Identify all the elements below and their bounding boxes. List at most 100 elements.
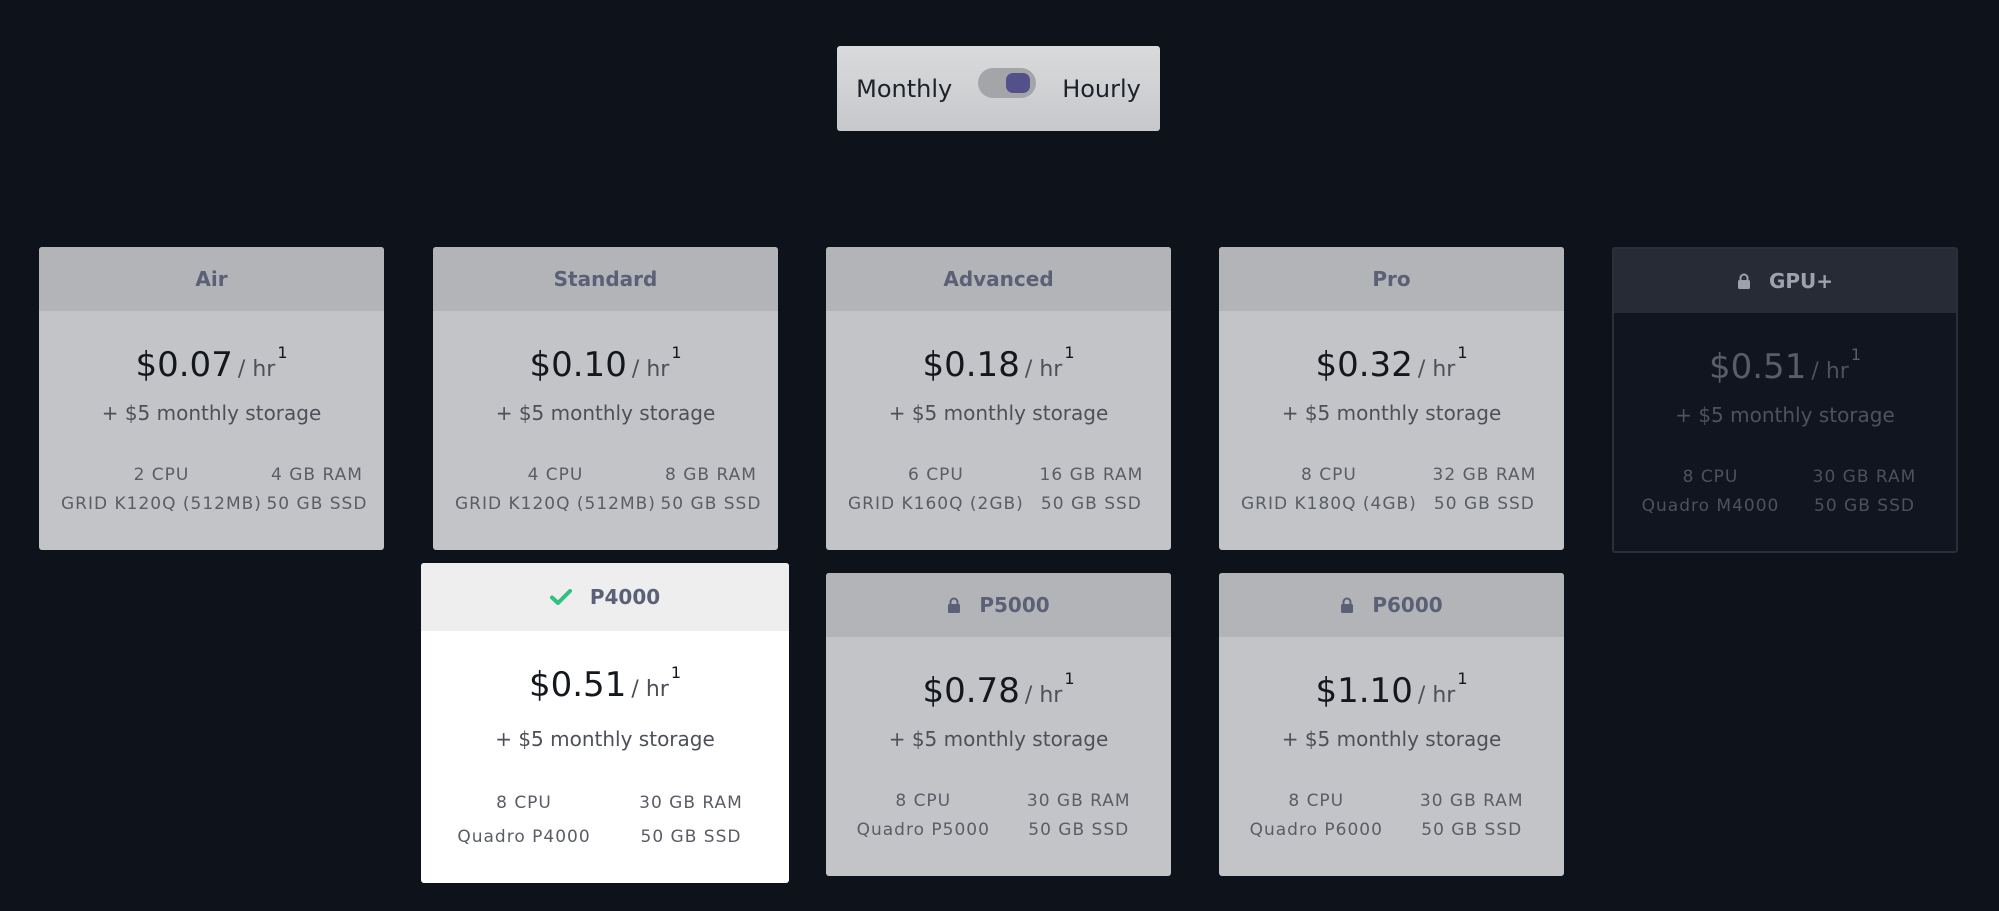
footnote-marker: 1 [1064, 669, 1075, 688]
spec-gpu: GRID K120Q (512MB) [455, 494, 656, 514]
plan-header: P6000 [1219, 573, 1564, 637]
price-unit: / hr [1417, 357, 1456, 382]
plan-name: P6000 [1372, 593, 1443, 617]
spec-disk: 50 GB SSD [1028, 820, 1130, 840]
plan-card-air[interactable]: Air $0.07 / hr1 + $5 monthly storage 2 C… [39, 247, 384, 550]
spec-gpu: Quadro P6000 [1249, 820, 1383, 840]
footnote-marker: 1 [1457, 343, 1468, 362]
plan-card-gpu-plus[interactable]: GPU+ $0.51 / hr1 + $5 monthly storage 8 … [1612, 247, 1958, 553]
billing-switch[interactable] [978, 67, 1037, 98]
plan-specs: 8 CPU 30 GB RAM Quadro M4000 50 GB SSD [1614, 467, 1956, 516]
spec-ram: 30 GB RAM [1812, 467, 1917, 487]
plan-specs: 6 CPU 16 GB RAM GRID K160Q (2GB) 50 GB S… [826, 465, 1171, 514]
plan-specs: 8 CPU 30 GB RAM Quadro P4000 50 GB SSD [421, 793, 789, 847]
plan-price: $0.51 [1708, 347, 1807, 387]
plan-name: GPU+ [1768, 269, 1834, 293]
spec-disk: 50 GB SSD [1040, 494, 1142, 514]
price-unit: / hr [1417, 683, 1456, 708]
price-row: $0.18 / hr1 [826, 343, 1171, 385]
switch-knob[interactable] [1006, 72, 1031, 93]
spec-disk: 50 GB SSD [266, 494, 368, 514]
storage-note: + $5 monthly storage [1675, 403, 1895, 427]
spec-disk: 50 GB SSD [1814, 496, 1915, 516]
spec-cpu: 6 CPU [908, 465, 964, 485]
spec-ram: 4 GB RAM [271, 465, 363, 485]
spec-disk: 50 GB SSD [660, 494, 762, 514]
spec-disk: 50 GB SSD [1433, 494, 1535, 514]
storage-note: + $5 monthly storage [1281, 401, 1502, 425]
plan-card-pro[interactable]: Pro $0.32 / hr1 + $5 monthly storage 8 C… [1219, 247, 1564, 550]
spec-gpu: GRID K160Q (2GB) [848, 494, 1024, 514]
price-unit: / hr [237, 357, 276, 382]
plan-header: Pro [1219, 247, 1564, 311]
billing-toggle: Monthly Hourly [837, 46, 1160, 131]
plan-specs: 8 CPU 30 GB RAM Quadro P6000 50 GB SSD [1219, 791, 1564, 840]
spec-gpu: Quadro M4000 [1641, 496, 1780, 516]
plan-specs: 4 CPU 8 GB RAM GRID K120Q (512MB) 50 GB … [433, 465, 778, 514]
plan-header: P5000 [826, 573, 1171, 637]
spec-cpu: 2 CPU [133, 465, 190, 485]
spec-cpu: 8 CPU [1288, 791, 1345, 811]
toggle-monthly-label[interactable]: Monthly [856, 75, 952, 103]
spec-cpu: 8 CPU [1682, 467, 1739, 487]
plan-specs: 8 CPU 30 GB RAM Quadro P5000 50 GB SSD [826, 791, 1171, 840]
plan-price: $0.10 [529, 345, 627, 385]
price-unit: / hr [1024, 357, 1063, 382]
plan-header: Standard [433, 247, 778, 311]
plan-header: Air [39, 247, 384, 311]
spec-disk: 50 GB SSD [640, 827, 742, 847]
storage-note: + $5 monthly storage [888, 401, 1109, 425]
plan-card-advanced[interactable]: Advanced $0.18 / hr1 + $5 monthly storag… [826, 247, 1171, 550]
plan-specs: 2 CPU 4 GB RAM GRID K120Q (512MB) 50 GB … [39, 465, 384, 514]
plan-header: Advanced [826, 247, 1171, 311]
plan-name: Air [195, 267, 228, 291]
footnote-marker: 1 [670, 663, 682, 682]
lock-icon [948, 597, 961, 613]
storage-note: + $5 monthly storage [888, 727, 1109, 751]
spec-disk: 50 GB SSD [1421, 820, 1523, 840]
spec-ram: 30 GB RAM [1026, 791, 1131, 811]
price-unit: / hr [1811, 359, 1849, 384]
check-icon [549, 589, 572, 605]
plan-name: P5000 [979, 593, 1050, 617]
plan-price: $0.32 [1315, 345, 1413, 385]
plan-price: $1.10 [1315, 671, 1413, 711]
storage-note: + $5 monthly storage [495, 401, 716, 425]
plan-name: Pro [1372, 267, 1411, 291]
footnote-marker: 1 [671, 343, 682, 362]
price-unit: / hr [1024, 683, 1063, 708]
spec-ram: 30 GB RAM [639, 793, 743, 813]
footnote-marker: 1 [1457, 669, 1468, 688]
storage-note: + $5 monthly storage [1281, 727, 1502, 751]
price-unit: / hr [631, 677, 669, 702]
spec-cpu: 8 CPU [1301, 465, 1357, 485]
plan-price: $0.78 [922, 671, 1020, 711]
plan-card-standard[interactable]: Standard $0.10 / hr1 + $5 monthly storag… [433, 247, 778, 550]
price-row: $1.10 / hr1 [1219, 669, 1564, 711]
spec-ram: 32 GB RAM [1432, 465, 1537, 485]
price-row: $0.07 / hr1 [39, 343, 384, 385]
spec-cpu: 8 CPU [496, 793, 552, 813]
spec-gpu: GRID K180Q (4GB) [1241, 494, 1417, 514]
storage-note: + $5 monthly storage [101, 401, 322, 425]
price-row: $0.51 / hr1 [1614, 345, 1956, 387]
plan-card-p6000[interactable]: P6000 $1.10 / hr1 + $5 monthly storage 8… [1219, 573, 1564, 876]
plan-price: $0.51 [528, 665, 627, 705]
spec-ram: 30 GB RAM [1419, 791, 1524, 811]
plan-name: Standard [553, 267, 658, 291]
plan-price: $0.07 [135, 345, 233, 385]
spec-ram: 16 GB RAM [1039, 465, 1144, 485]
plan-header: GPU+ [1614, 249, 1956, 313]
plan-specs: 8 CPU 32 GB RAM GRID K180Q (4GB) 50 GB S… [1219, 465, 1564, 514]
lock-icon [1737, 273, 1750, 289]
price-unit: / hr [631, 357, 670, 382]
plan-card-p5000[interactable]: P5000 $0.78 / hr1 + $5 monthly storage 8… [826, 573, 1171, 876]
spec-cpu: 8 CPU [895, 791, 952, 811]
spec-ram: 8 GB RAM [665, 465, 757, 485]
toggle-hourly-label[interactable]: Hourly [1062, 75, 1141, 103]
spec-cpu: 4 CPU [527, 465, 584, 485]
price-row: $0.10 / hr1 [433, 343, 778, 385]
plan-header: P4000 [421, 563, 789, 631]
footnote-marker: 1 [1064, 343, 1075, 362]
plan-card-p4000[interactable]: P4000 $0.51 / hr1 + $5 monthly storage 8… [421, 563, 789, 883]
